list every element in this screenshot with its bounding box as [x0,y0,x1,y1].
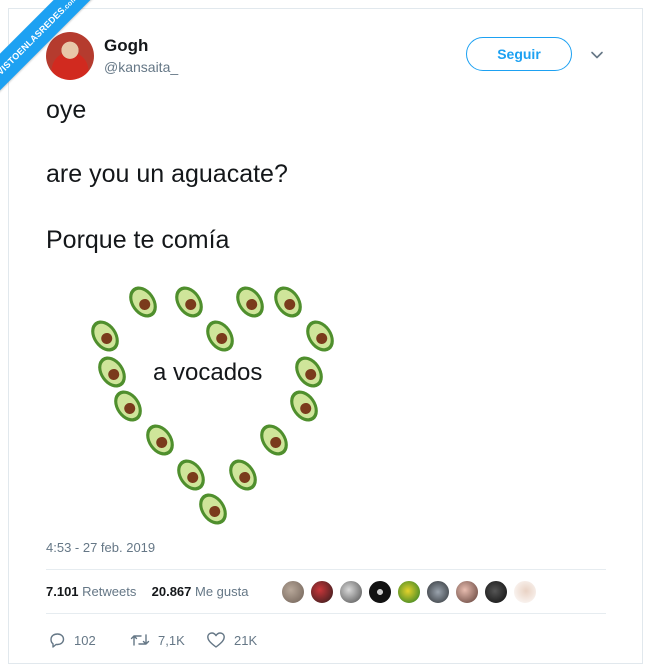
tweet-line-2: are you un aguacate? [46,160,288,188]
chevron-down-icon[interactable] [590,48,604,62]
liker-avatar[interactable] [397,580,421,604]
avocado-icon [146,424,174,456]
avocado-icon [98,356,126,388]
user-handle[interactable]: @kansaita_ [104,59,178,75]
reply-icon [50,633,65,648]
avocado-icon [229,459,257,491]
liker-avatar[interactable] [426,580,450,604]
retweets-label[interactable]: Retweets [82,584,136,599]
avocado-icon [199,493,227,525]
tweet-line-3: Porque te comía [46,226,230,254]
likes-count[interactable]: 20.867 [152,584,192,599]
avocado-icon [206,320,234,352]
avocado-icon [175,286,203,318]
avocado-heart [91,286,334,525]
heart-icon [207,632,225,648]
avocado-icon [236,286,264,318]
avocado-icon [274,286,302,318]
avocado-icon [114,390,142,422]
liker-avatar[interactable] [310,580,334,604]
liker-avatar[interactable] [484,580,508,604]
liker-avatar[interactable] [455,580,479,604]
liker-avatar[interactable] [339,580,363,604]
heart-caption: a vocados [153,359,263,386]
avocado-icon [295,356,323,388]
follow-button[interactable]: Seguir [466,37,572,71]
liker-avatar[interactable] [281,580,305,604]
retweet-icon [130,634,150,646]
avocado-icon [306,320,334,352]
avocado-icon [260,424,288,456]
tweet-timestamp[interactable]: 4:53 - 27 feb. 2019 [46,540,155,555]
reply-count: 102 [74,632,96,648]
retweets-count[interactable]: 7.101 [46,584,79,599]
reply-button[interactable]: 102 [48,630,96,650]
likes-label[interactable]: Me gusta [195,584,248,599]
watermark-text: VISTOENLASREDES [0,5,67,77]
like-count: 21K [234,632,258,648]
tweet-stats: 7.101 Retweets 20.867 Me gusta [46,584,249,599]
liker-avatar[interactable] [368,580,392,604]
watermark-suffix: .com [61,0,79,13]
avocado-icon [129,286,157,318]
avocado-icon [290,390,318,422]
avocado-icon [177,459,205,491]
like-button[interactable]: 21K [206,630,257,650]
watermark-ribbon: VISTOENLASREDES.com [0,0,110,110]
liker-avatar[interactable] [513,580,537,604]
avocado-icon [91,320,119,352]
divider [46,613,606,614]
retweet-count: 7,1K [158,632,185,648]
user-name[interactable]: Gogh [104,36,148,56]
divider [46,569,606,570]
retweet-button[interactable]: 7,1K [130,630,185,650]
